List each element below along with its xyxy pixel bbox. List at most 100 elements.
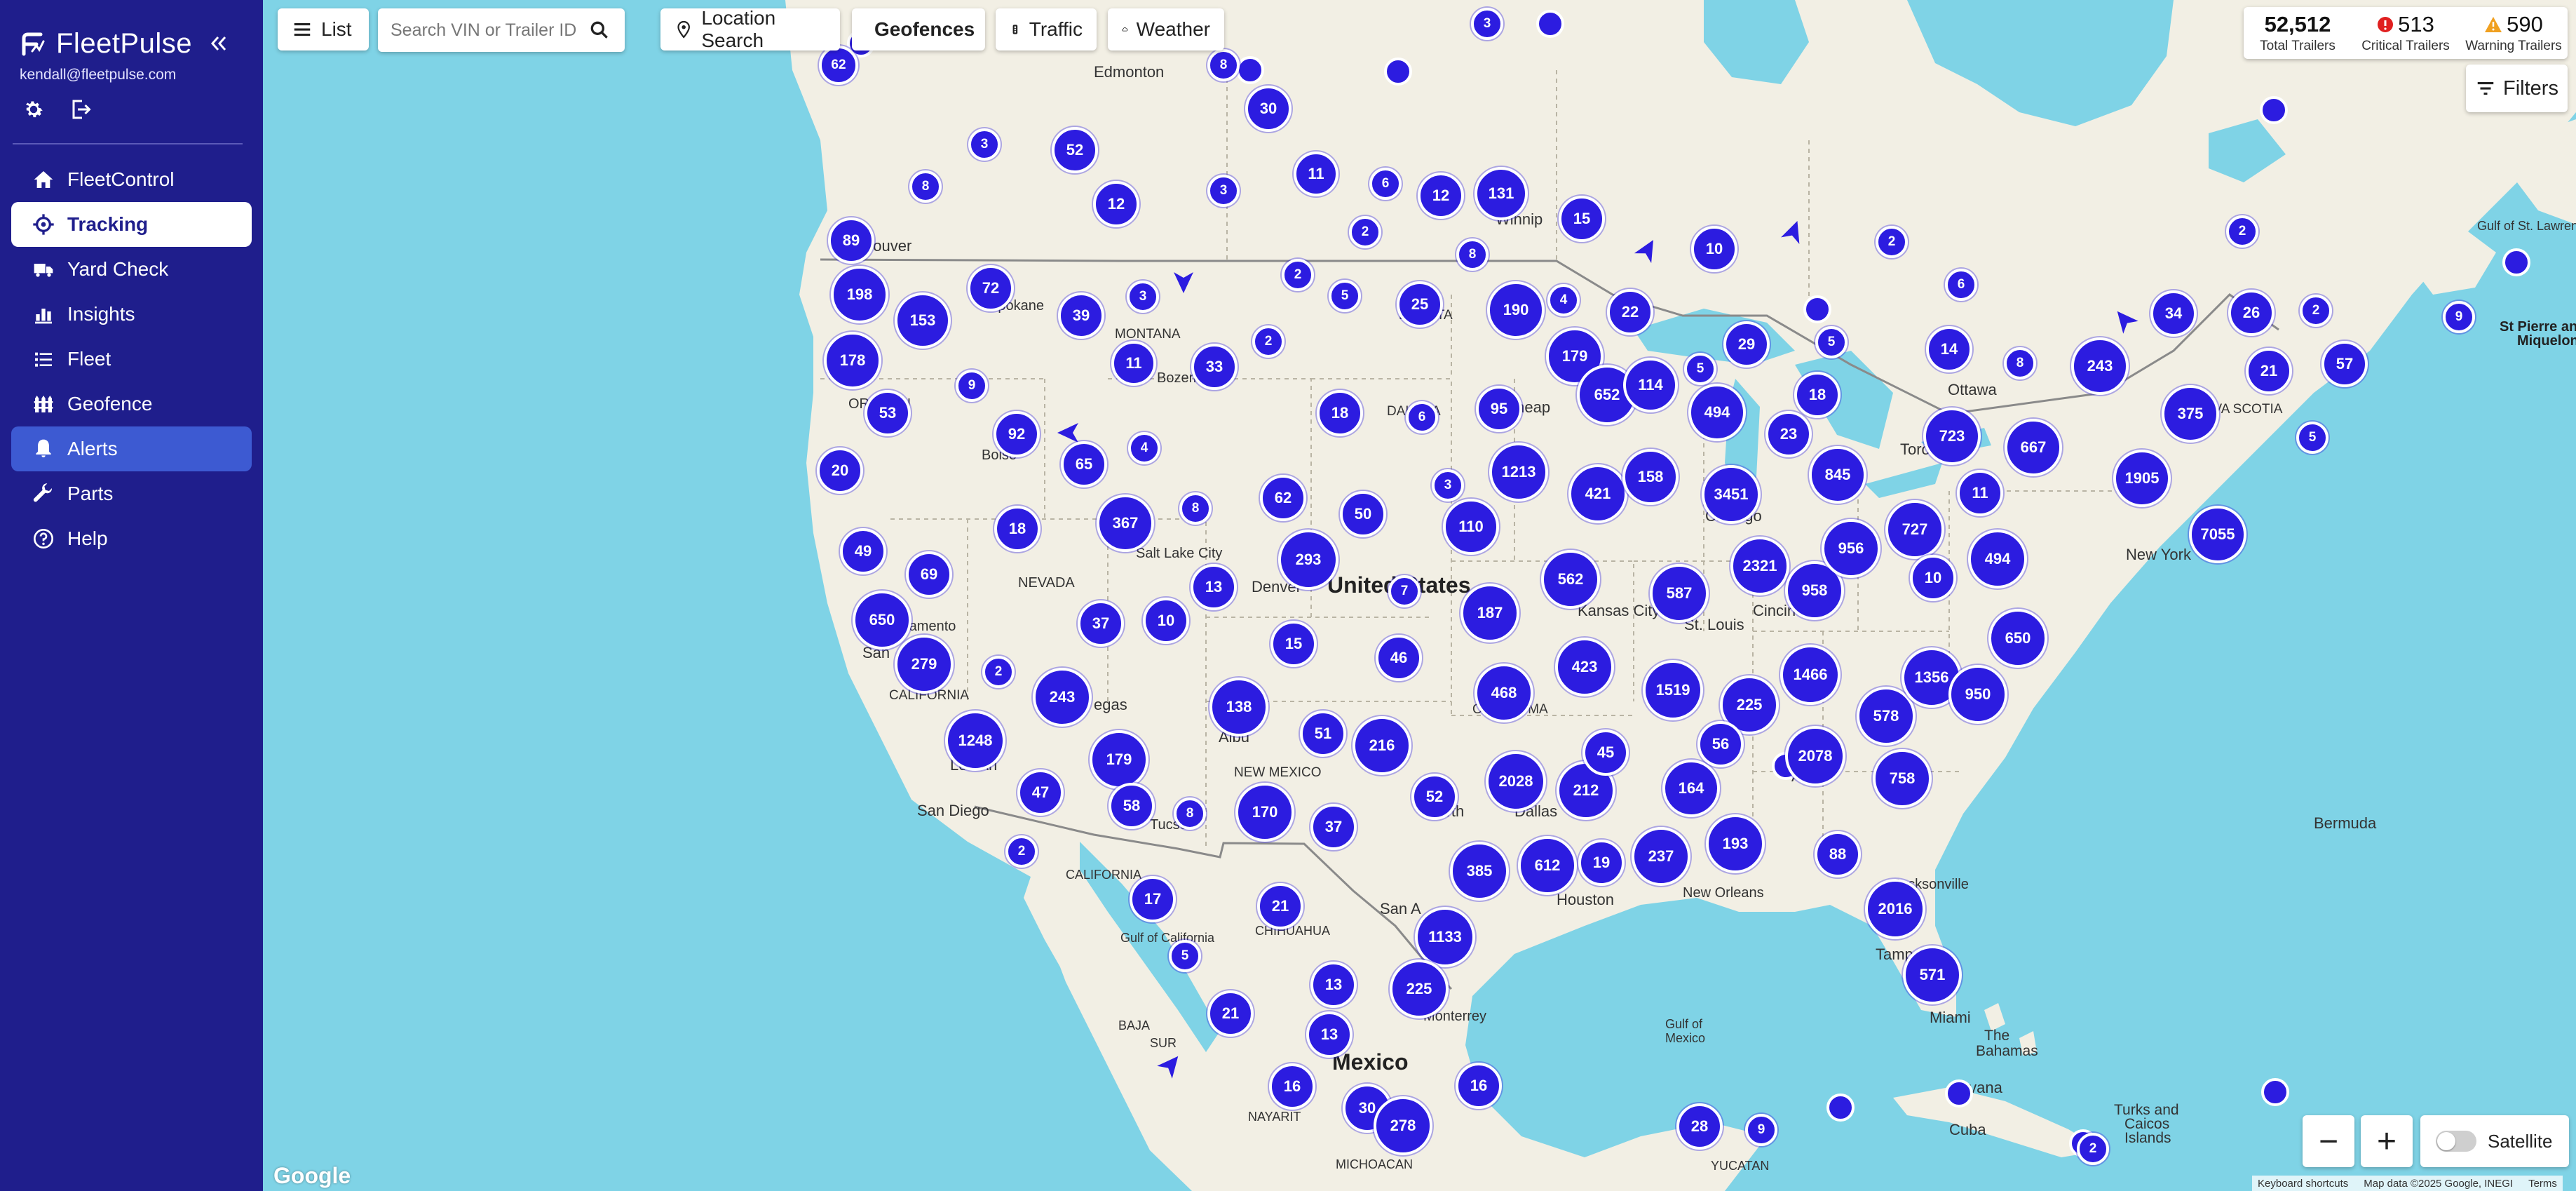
trailer-cluster[interactable]: 88 — [1815, 831, 1861, 877]
trailer-cluster[interactable]: 385 — [1450, 842, 1509, 901]
trailer-cluster[interactable]: 494 — [1968, 530, 2027, 588]
trailer-cluster[interactable]: 3 — [1207, 175, 1240, 207]
trailer-cluster[interactable]: 9 — [1745, 1114, 1777, 1146]
trailer-marker[interactable] — [1945, 1079, 1973, 1108]
trailer-cluster[interactable]: 33 — [1191, 344, 1238, 390]
trailer-cluster[interactable]: 2321 — [1730, 537, 1789, 596]
trailer-cluster[interactable]: 3 — [1432, 469, 1464, 502]
trailer-cluster[interactable]: 21 — [1207, 990, 1254, 1037]
trailer-cluster[interactable]: 9 — [956, 370, 988, 402]
trailer-cluster[interactable]: 114 — [1623, 358, 1678, 412]
trailer-cluster[interactable]: 138 — [1209, 678, 1268, 736]
trailer-cluster[interactable]: 7 — [1388, 575, 1421, 607]
trailer-cluster[interactable]: 89 — [828, 217, 874, 264]
trailer-cluster[interactable]: 4 — [1547, 284, 1580, 316]
trailer-cluster[interactable]: 11 — [1294, 152, 1338, 196]
trailer-heading-arrow-icon[interactable] — [1170, 268, 1198, 296]
trailer-marker[interactable] — [2261, 1078, 2289, 1106]
trailer-cluster[interactable]: 23 — [1765, 411, 1812, 457]
trailer-cluster[interactable]: 216 — [1353, 716, 1411, 775]
trailer-cluster[interactable]: 5 — [1815, 326, 1848, 358]
trailer-cluster[interactable]: 164 — [1662, 760, 1720, 817]
trailer-cluster[interactable]: 37 — [1310, 804, 1357, 850]
trailer-cluster[interactable]: 468 — [1475, 664, 1533, 722]
trailer-cluster[interactable]: 845 — [1809, 446, 1866, 504]
trailer-cluster[interactable]: 2016 — [1865, 879, 1925, 939]
search-box[interactable] — [378, 8, 625, 52]
trailer-cluster[interactable]: 153 — [895, 292, 951, 349]
nav-item-geofence[interactable]: Geofence — [11, 382, 252, 426]
trailer-cluster[interactable]: 6 — [1945, 269, 1977, 301]
nav-item-yard-check[interactable]: Yard Check — [11, 247, 252, 292]
trailer-cluster[interactable]: 758 — [1873, 749, 1932, 808]
trailer-cluster[interactable]: 21 — [1257, 883, 1303, 929]
trailer-cluster[interactable]: 131 — [1475, 167, 1528, 220]
trailer-cluster[interactable]: 13 — [1306, 1011, 1353, 1058]
trailer-cluster[interactable]: 5 — [2296, 422, 2328, 454]
trailer-marker[interactable] — [1536, 10, 1564, 38]
trailer-marker[interactable] — [1803, 295, 1831, 323]
trailer-cluster[interactable]: 571 — [1903, 946, 1962, 1004]
trailer-cluster[interactable]: 612 — [1518, 836, 1577, 895]
trailer-cluster[interactable]: 1466 — [1780, 645, 1841, 705]
trailer-cluster[interactable]: 15 — [1559, 196, 1605, 242]
nav-item-parts[interactable]: Parts — [11, 471, 252, 516]
trailer-cluster[interactable]: 1519 — [1643, 660, 1703, 720]
trailer-cluster[interactable]: 53 — [865, 390, 911, 436]
trailer-cluster[interactable]: 178 — [824, 332, 881, 389]
trailer-cluster[interactable]: 950 — [1948, 665, 2007, 724]
trailer-marker[interactable] — [1826, 1094, 1855, 1122]
trailer-cluster[interactable]: 2 — [2300, 295, 2332, 327]
trailer-cluster[interactable]: 13 — [1191, 564, 1237, 610]
nav-item-help[interactable]: Help — [11, 516, 252, 561]
trailer-cluster[interactable]: 2 — [1876, 226, 1908, 258]
trailer-cluster[interactable]: 2 — [982, 656, 1015, 688]
trailer-cluster[interactable]: 1133 — [1415, 907, 1475, 967]
google-logo[interactable]: Google — [273, 1163, 351, 1189]
stat-critical-trailers[interactable]: 513 Critical Trailers — [2352, 7, 2460, 59]
trailer-cluster[interactable]: 65 — [1061, 441, 1107, 487]
trailer-cluster[interactable]: 110 — [1443, 499, 1499, 555]
stat-total-trailers[interactable]: 52,512 Total Trailers — [2244, 7, 2352, 59]
trailer-cluster[interactable]: 5 — [1169, 940, 1201, 972]
nav-item-alerts[interactable]: Alerts — [11, 426, 252, 471]
trailer-cluster[interactable]: 6 — [1369, 168, 1402, 200]
trailer-cluster[interactable]: 6 — [1406, 401, 1438, 433]
trailer-cluster[interactable]: 12 — [1418, 173, 1464, 219]
trailer-cluster[interactable]: 18 — [1317, 390, 1363, 436]
location-search-button[interactable]: Location Search — [660, 7, 840, 51]
trailer-cluster[interactable]: 56 — [1697, 721, 1744, 767]
trailer-cluster[interactable]: 52 — [1411, 774, 1458, 820]
trailer-cluster[interactable]: 193 — [1706, 814, 1765, 873]
trailer-cluster[interactable]: 50 — [1340, 491, 1386, 537]
filters-button[interactable]: Filters — [2466, 65, 2568, 112]
trailer-cluster[interactable]: 2 — [1005, 835, 1038, 868]
stat-warning-trailers[interactable]: 590 Warning Trailers — [2460, 7, 2568, 59]
trailer-cluster[interactable]: 225 — [1390, 960, 1449, 1018]
satellite-switch[interactable] — [2436, 1131, 2476, 1152]
collapse-sidebar-button[interactable] — [208, 31, 229, 61]
trailer-cluster[interactable]: 34 — [2150, 290, 2197, 337]
trailer-cluster[interactable]: 92 — [994, 411, 1040, 457]
trailer-cluster[interactable]: 7055 — [2189, 506, 2246, 563]
trailer-cluster[interactable]: 278 — [1374, 1096, 1432, 1155]
trailer-cluster[interactable]: 8 — [909, 170, 942, 203]
trailer-cluster[interactable]: 58 — [1109, 783, 1155, 829]
trailer-cluster[interactable]: 187 — [1460, 584, 1519, 642]
trailer-cluster[interactable]: 494 — [1688, 384, 1746, 441]
trailer-cluster[interactable]: 39 — [1058, 292, 1104, 339]
trailer-cluster[interactable]: 19 — [1578, 840, 1625, 886]
trailer-cluster[interactable]: 243 — [1033, 668, 1092, 727]
nav-item-fleetcontrol[interactable]: FleetControl — [11, 157, 252, 202]
trailer-cluster[interactable]: 16 — [1456, 1063, 1502, 1109]
trailer-cluster[interactable]: 11 — [1957, 470, 2003, 516]
trailer-cluster[interactable]: 51 — [1300, 711, 1346, 757]
trailer-cluster[interactable]: 9 — [2443, 301, 2475, 333]
trailer-cluster[interactable]: 723 — [1923, 408, 1981, 465]
trailer-cluster[interactable]: 158 — [1622, 449, 1679, 505]
gear-icon[interactable] — [21, 97, 46, 122]
trailer-cluster[interactable]: 15 — [1270, 621, 1317, 667]
trailer-marker[interactable] — [1384, 58, 1412, 86]
map-canvas[interactable]: EdmontonncouverSpokaneOREGONBoiseNEVADAS… — [263, 0, 2576, 1191]
brand-logo[interactable]: FleetPulse — [20, 28, 192, 60]
